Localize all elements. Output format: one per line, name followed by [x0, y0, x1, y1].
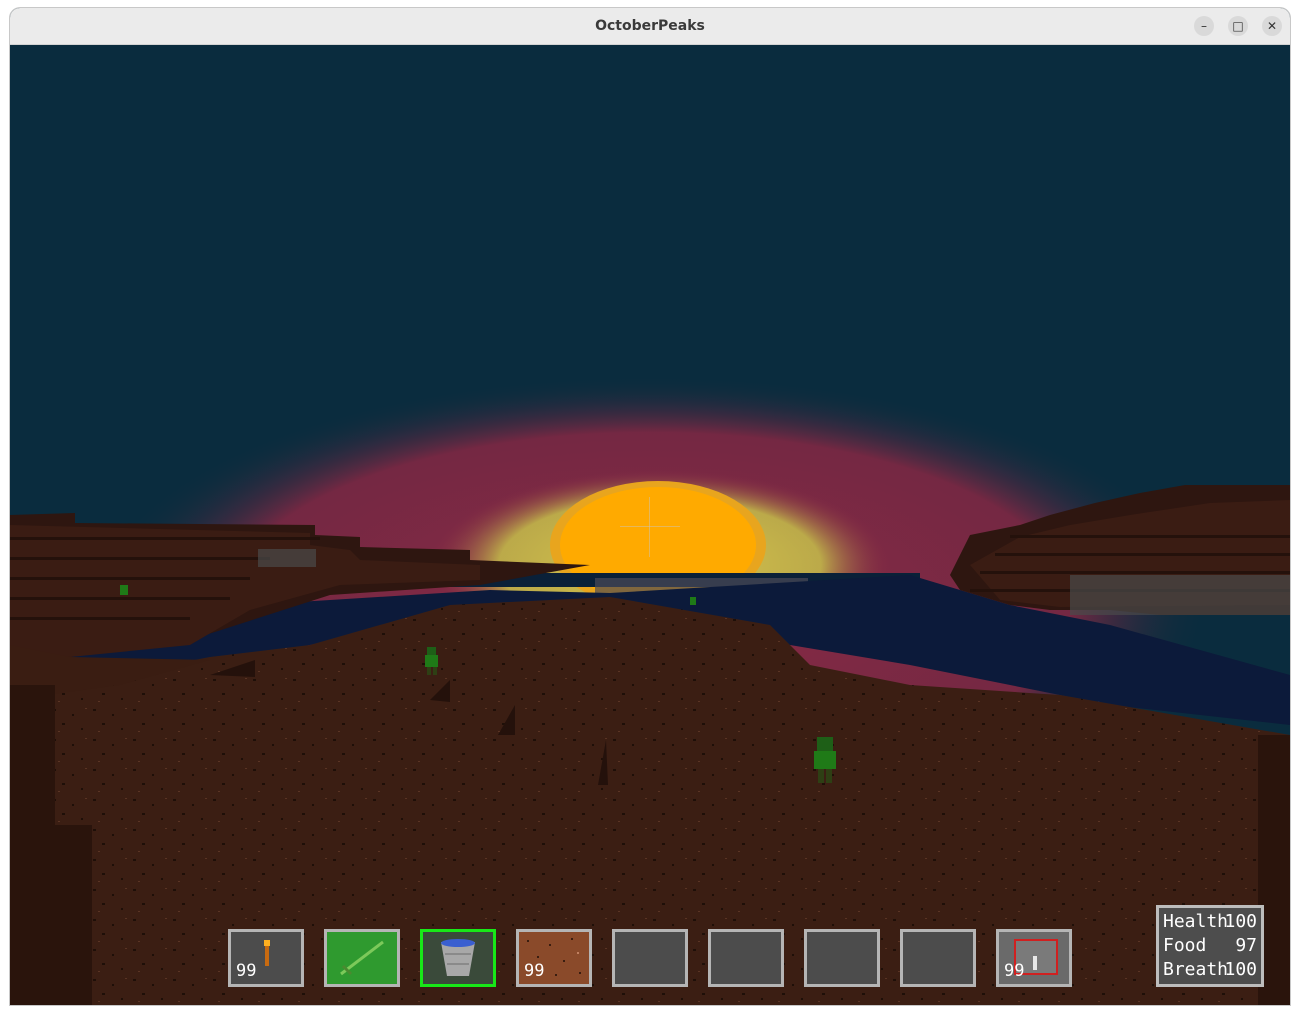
- hotbar-slot-2[interactable]: [324, 929, 400, 987]
- water-bucket-icon: [441, 939, 475, 976]
- title-bar[interactable]: OctoberPeaks – □ ✕: [10, 8, 1290, 45]
- slot-count: 99: [524, 961, 545, 981]
- sword-icon: [340, 940, 384, 976]
- hotbar-slot-9[interactable]: 99: [996, 929, 1072, 987]
- health-stat: Health 100: [1163, 911, 1261, 933]
- food-label: Food: [1163, 935, 1207, 956]
- food-value: 97: [1235, 935, 1257, 956]
- breath-label: Breath: [1163, 959, 1229, 980]
- hotbar-slot-6[interactable]: [708, 929, 784, 987]
- hotbar-slot-8[interactable]: [900, 929, 976, 987]
- minimize-button[interactable]: –: [1194, 16, 1214, 36]
- hotbar-slot-3[interactable]: [420, 929, 496, 987]
- health-label: Health: [1163, 911, 1229, 932]
- world-scene: [10, 45, 1290, 1005]
- breath-value: 100: [1224, 959, 1257, 980]
- window-title: OctoberPeaks: [595, 18, 705, 34]
- slot-count: 99: [236, 961, 257, 981]
- crosshair: [649, 497, 650, 557]
- game-viewport[interactable]: 99 99 99 Health 100 Food 97 Breath 100: [10, 45, 1290, 1005]
- breath-stat: Breath 100: [1163, 959, 1261, 981]
- maximize-button[interactable]: □: [1228, 16, 1248, 36]
- hotbar-slot-4[interactable]: 99: [516, 929, 592, 987]
- slot-count: 99: [1004, 961, 1025, 981]
- zombie-mob[interactable]: [120, 585, 128, 595]
- player-stats-panel: Health 100 Food 97 Breath 100: [1156, 905, 1264, 987]
- hotbar-slot-1[interactable]: 99: [228, 929, 304, 987]
- hotbar-slot-5[interactable]: [612, 929, 688, 987]
- game-window: OctoberPeaks – □ ✕ 99 99 99 Health 100 F…: [10, 8, 1290, 1005]
- close-button[interactable]: ✕: [1262, 16, 1282, 36]
- zombie-mob[interactable]: [690, 597, 696, 605]
- food-stat: Food 97: [1163, 935, 1261, 957]
- health-value: 100: [1224, 911, 1257, 932]
- hotbar-slot-7[interactable]: [804, 929, 880, 987]
- crosshair: [620, 526, 680, 527]
